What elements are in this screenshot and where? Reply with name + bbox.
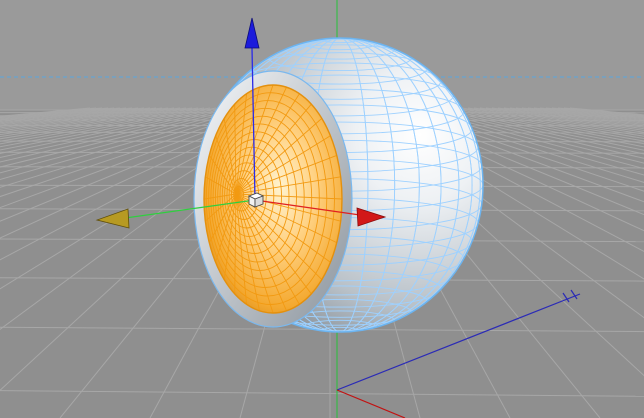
hemisphere-cavity[interactable] [203,84,343,314]
viewport-canvas[interactable] [0,0,644,418]
3d-viewport[interactable] [0,0,644,418]
cube-pivot-icon[interactable] [247,192,265,208]
